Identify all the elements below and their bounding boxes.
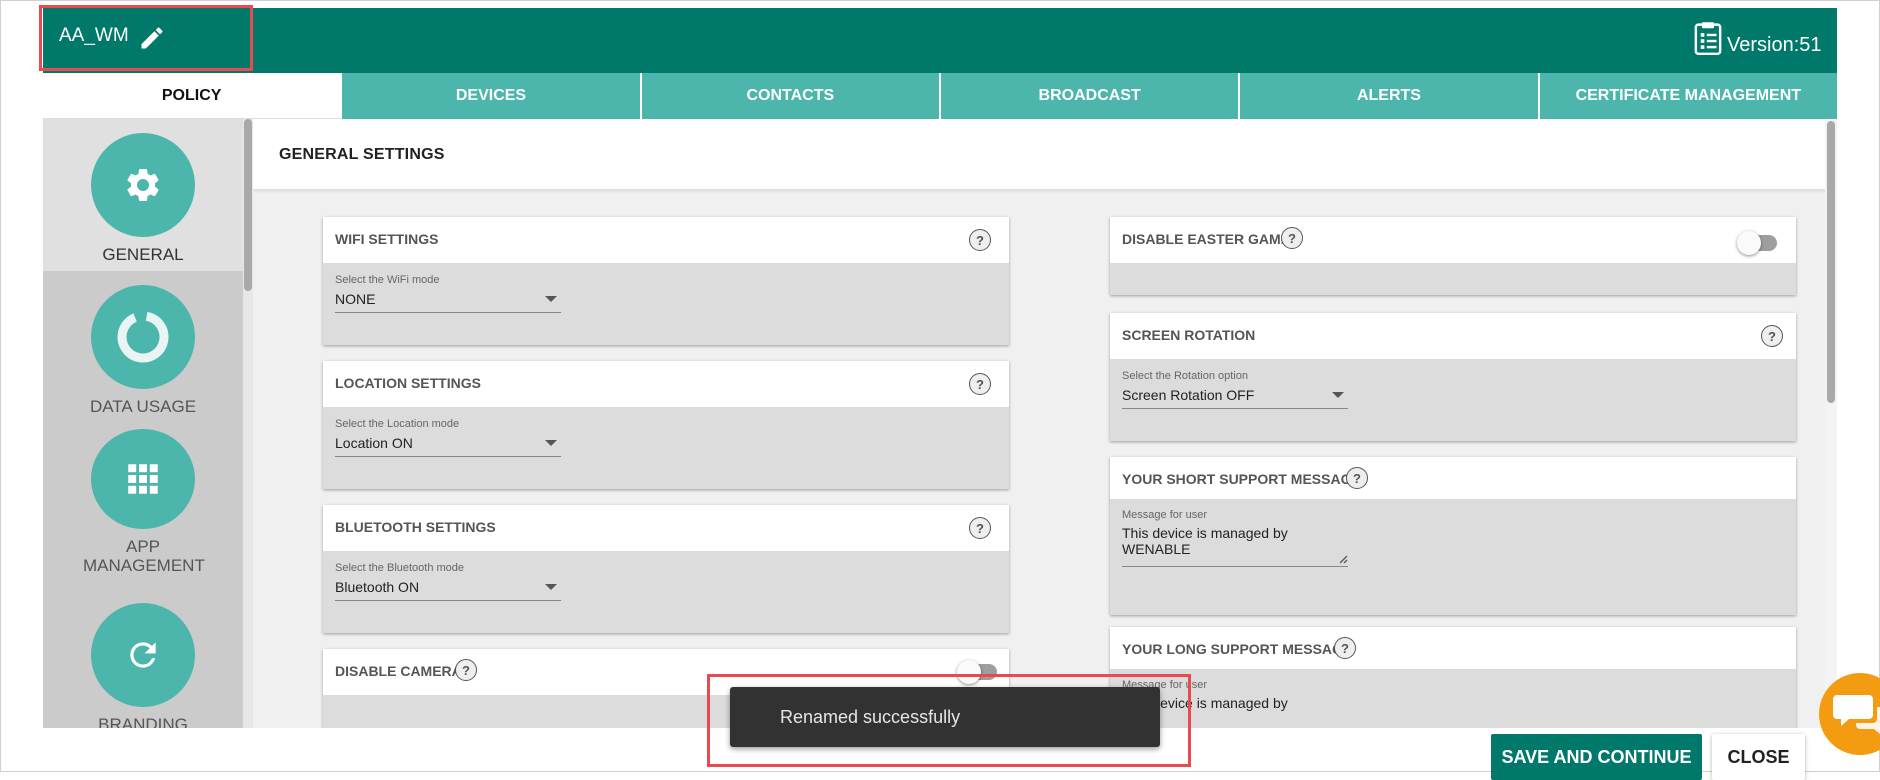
card-title: LOCATION SETTINGS [335, 375, 481, 391]
screen-rotation-card: SCREEN ROTATION ? Select the Rotation op… [1110, 313, 1796, 441]
tab-alerts[interactable]: ALERTS [1240, 73, 1540, 119]
dropdown-arrow-icon [1332, 392, 1344, 398]
resize-handle-icon[interactable] [1338, 554, 1348, 564]
app-grid-icon [128, 464, 158, 494]
toggle-knob [957, 660, 981, 684]
dropdown-arrow-icon [545, 584, 557, 590]
field-label: Message for user [1122, 509, 1207, 521]
card-title: DISABLE EASTER GAME [1122, 231, 1291, 247]
location-mode-select[interactable]: Location ON [335, 429, 561, 457]
card-header: BLUETOOTH SETTINGS ? [323, 505, 1009, 551]
donut-chart-icon [117, 311, 169, 363]
sidebar-scrollbar-thumb[interactable] [244, 119, 252, 291]
card-title: DISABLE CAMERA [335, 663, 462, 679]
policy-sidebar: GENERAL DATA USAGE APP MANAGEMENT BRANDI… [43, 119, 243, 728]
nav-item-general[interactable]: GENERAL [43, 119, 243, 271]
nav-label: APP MANAGEMENT [83, 537, 205, 575]
nav-circle [91, 429, 195, 529]
gear-icon [127, 168, 159, 201]
disable-easter-game-toggle[interactable] [1737, 230, 1781, 256]
main-scrollbar-thumb[interactable] [1827, 121, 1835, 403]
bluetooth-settings-card: BLUETOOTH SETTINGS ? Select the Bluetoot… [323, 505, 1009, 633]
snackbar-toast: Renamed successfully [730, 687, 1160, 747]
help-icon[interactable]: ? [969, 373, 991, 395]
card-header: YOUR SHORT SUPPORT MESSAGE ? [1110, 457, 1796, 499]
select-value: Bluetooth ON [335, 579, 420, 595]
tab-certificate-management[interactable]: CERTIFICATE MANAGEMENT [1539, 73, 1837, 119]
nav-circle [91, 285, 195, 389]
section-title: GENERAL SETTINGS [279, 146, 445, 163]
clipboard-icon [1694, 22, 1722, 55]
help-icon[interactable]: ? [1281, 227, 1303, 249]
long-support-message-card: YOUR LONG SUPPORT MESSAGE ? Message for … [1110, 627, 1796, 728]
dropdown-arrow-icon [545, 296, 557, 302]
policy-header: AA_WM Version:51 [43, 8, 1837, 73]
tab-broadcast[interactable]: BROADCAST [940, 73, 1241, 119]
dropdown-arrow-icon [545, 440, 557, 446]
help-icon[interactable]: ? [969, 229, 991, 251]
help-icon[interactable]: ? [455, 659, 477, 681]
card-title: SCREEN ROTATION [1122, 327, 1256, 343]
nav-circle [91, 603, 195, 707]
textarea-line: This device is managed by [1122, 525, 1288, 541]
nav-label: BRANDING [98, 715, 188, 728]
help-icon[interactable]: ? [1761, 325, 1783, 347]
close-button[interactable]: CLOSE [1712, 734, 1805, 780]
nav-item-data-usage[interactable]: DATA USAGE [43, 271, 243, 423]
short-message-textarea[interactable]: This device is managed by WENABLE [1122, 525, 1348, 567]
general-settings-panel: GENERAL SETTINGS WIFI SETTINGS ? Select … [253, 119, 1837, 728]
tab-devices[interactable]: DEVICES [342, 73, 642, 119]
version-label: Version:51 [1727, 34, 1822, 56]
help-icon[interactable]: ? [1346, 467, 1368, 489]
nav-label: DATA USAGE [89, 397, 197, 416]
disable-easter-game-card: DISABLE EASTER GAME ? [1110, 217, 1796, 295]
tab-contacts[interactable]: CONTACTS [641, 73, 941, 119]
select-value: NONE [335, 291, 376, 307]
app-window: AA_WM Version:51 POLICY DEVICES CONTACTS… [0, 0, 1880, 780]
nav-circle [91, 133, 195, 237]
short-support-message-card: YOUR SHORT SUPPORT MESSAGE ? Message for… [1110, 457, 1796, 615]
card-title: BLUETOOTH SETTINGS [335, 519, 496, 535]
card-title: YOUR SHORT SUPPORT MESSAGE [1122, 471, 1361, 487]
card-header: YOUR LONG SUPPORT MESSAGE ? [1110, 627, 1796, 669]
chat-icon [1833, 695, 1880, 735]
textarea-line: WENABLE [1122, 541, 1191, 557]
card-header: WIFI SETTINGS ? [323, 217, 1009, 263]
policy-content: GENERAL DATA USAGE APP MANAGEMENT BRANDI… [43, 119, 1837, 728]
nav-item-branding[interactable]: BRANDING [43, 597, 243, 728]
save-and-continue-button[interactable]: SAVE AND CONTINUE [1491, 734, 1702, 780]
disable-camera-toggle[interactable] [957, 659, 1001, 685]
card-header: SCREEN ROTATION ? [1110, 313, 1796, 359]
card-header: DISABLE EASTER GAME ? [1110, 217, 1796, 263]
refresh-icon [130, 642, 156, 668]
pencil-edit-icon[interactable] [138, 24, 166, 52]
select-value: Location ON [335, 435, 413, 451]
wifi-settings-card: WIFI SETTINGS ? Select the WiFi mode NON… [323, 217, 1009, 345]
nav-label: GENERAL [102, 245, 184, 264]
nav-item-app-management[interactable]: APP MANAGEMENT [43, 423, 243, 575]
bluetooth-mode-select[interactable]: Bluetooth ON [335, 573, 561, 601]
rotation-option-select[interactable]: Screen Rotation OFF [1122, 381, 1348, 409]
help-icon[interactable]: ? [1334, 637, 1356, 659]
card-title: YOUR LONG SUPPORT MESSAGE [1122, 641, 1353, 657]
card-header: LOCATION SETTINGS ? [323, 361, 1009, 407]
card-title: WIFI SETTINGS [335, 231, 439, 247]
section-header: GENERAL SETTINGS [253, 119, 1828, 189]
location-settings-card: LOCATION SETTINGS ? Select the Location … [323, 361, 1009, 489]
policy-name: AA_WM [59, 25, 129, 46]
select-value: Screen Rotation OFF [1122, 387, 1255, 403]
tab-policy[interactable]: POLICY [43, 73, 343, 119]
wifi-mode-select[interactable]: NONE [335, 285, 561, 313]
help-icon[interactable]: ? [969, 517, 991, 539]
snackbar-message: Renamed successfully [780, 707, 961, 727]
main-tabs: POLICY DEVICES CONTACTS BROADCAST ALERTS… [43, 73, 1837, 119]
toggle-knob [1737, 231, 1761, 255]
